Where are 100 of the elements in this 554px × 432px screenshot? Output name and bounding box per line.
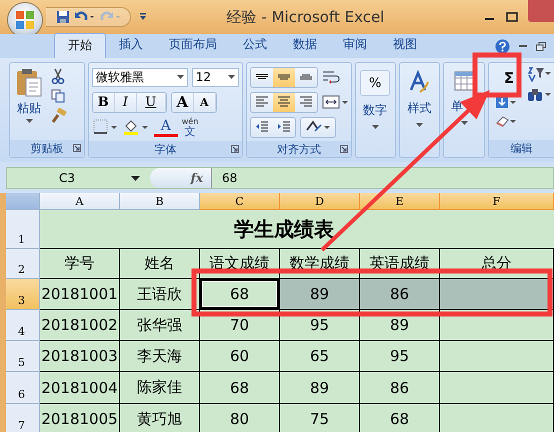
column-header[interactable]: D [280, 193, 360, 210]
table-cell[interactable]: 68 [360, 404, 440, 432]
eraser-icon[interactable] [495, 114, 517, 128]
fill-color-icon[interactable] [122, 118, 150, 136]
table-cell[interactable]: 张华强 [120, 310, 200, 341]
table-cell[interactable]: 80 [200, 404, 280, 432]
table-cell[interactable]: 95 [280, 310, 360, 341]
ribbon-tab[interactable]: 公式 [230, 33, 280, 58]
row-header[interactable]: 1 [6, 210, 40, 249]
row-header[interactable]: 5 [6, 341, 40, 372]
clipboard-icon [15, 68, 43, 98]
row-header[interactable]: 6 [6, 372, 40, 404]
dialog-launcher-icon[interactable] [340, 145, 348, 153]
table-cell[interactable]: 20181005 [40, 404, 120, 432]
table-cell[interactable]: 王语欣 [120, 279, 200, 310]
font-name-field[interactable]: 微软雅黑 [92, 68, 188, 86]
row-header[interactable]: 7 [6, 404, 40, 432]
align-icon [276, 74, 291, 80]
orientation-button[interactable] [300, 116, 336, 138]
table-cell[interactable]: 68 [200, 279, 280, 310]
table-cell[interactable]: 86 [360, 279, 440, 310]
merge-center-icon[interactable] [322, 95, 348, 109]
column-header[interactable]: C [200, 193, 280, 210]
dialog-launcher-icon[interactable] [72, 144, 81, 152]
table-cell[interactable]: 75 [280, 404, 360, 432]
table-cell[interactable] [440, 279, 554, 310]
minimize-icon[interactable] [519, 45, 527, 48]
table-cell[interactable]: 70 [200, 310, 280, 341]
group-label: 字体 [154, 142, 176, 156]
paste-button[interactable]: 粘贴 [13, 66, 45, 125]
table-cell[interactable]: 95 [360, 341, 440, 372]
column-title: 姓名 [120, 249, 200, 279]
row-header[interactable]: 4 [6, 310, 40, 341]
restore-icon[interactable] [536, 42, 546, 51]
table-cell[interactable] [440, 310, 554, 341]
column-header[interactable]: F [440, 193, 554, 210]
dialog-launcher-icon[interactable] [230, 145, 239, 153]
borders-icon[interactable] [92, 118, 118, 136]
table-cell[interactable] [440, 372, 554, 404]
ribbon-tab[interactable]: 插入 [106, 33, 156, 58]
wrap-text-icon[interactable] [322, 70, 340, 84]
sort-filter-icon[interactable] [527, 66, 551, 82]
table-cell[interactable]: 89 [280, 279, 360, 310]
font-size-field[interactable]: 12 [192, 68, 239, 86]
table-cell[interactable]: 陈家佳 [120, 372, 200, 404]
align-icon [298, 74, 313, 80]
table-cell[interactable]: 20181002 [40, 310, 120, 341]
table-cell[interactable] [440, 341, 554, 372]
insert-function-button[interactable]: fx [150, 168, 212, 188]
table-cell[interactable]: 黄巧旭 [120, 404, 200, 432]
autosum-button[interactable]: Σ [495, 66, 523, 90]
cut-icon[interactable] [51, 68, 65, 84]
table-cell[interactable]: 68 [200, 372, 280, 404]
maximize-icon[interactable] [506, 12, 518, 22]
grow-font-button[interactable]: A [172, 92, 194, 112]
ribbon-tab[interactable]: 数据 [280, 33, 330, 58]
underline-button[interactable]: U [136, 92, 166, 112]
column-header[interactable]: B [120, 193, 200, 210]
ribbon-tab[interactable]: 视图 [380, 33, 430, 58]
ribbon-tab[interactable]: 开始 [54, 33, 106, 58]
phonetic-button[interactable]: wén 文 [182, 118, 198, 136]
formula-field[interactable]: 68 [212, 171, 553, 185]
table-cell[interactable]: 20181004 [40, 372, 120, 404]
table-cell[interactable]: 60 [200, 341, 280, 372]
styles-button[interactable]: 样式 [407, 66, 432, 154]
customize-caret-icon[interactable] [139, 13, 147, 21]
format-painter-icon[interactable] [51, 108, 67, 124]
font-color-button[interactable]: A [154, 118, 178, 136]
table-cell[interactable]: 86 [360, 372, 440, 404]
column-header[interactable]: A [40, 193, 120, 210]
row-header[interactable]: 3 [6, 279, 40, 310]
table-cell[interactable]: 65 [280, 341, 360, 372]
binoculars-icon[interactable] [527, 87, 551, 103]
group-label: 对齐方式 [276, 142, 321, 156]
number-format-button[interactable]: % 数字 [360, 66, 390, 154]
row-header[interactable]: 2 [6, 249, 40, 279]
ribbon-tab[interactable]: 审阅 [330, 33, 380, 58]
shrink-font-button[interactable]: A [194, 92, 216, 112]
vertical-align-button[interactable] [272, 68, 295, 86]
table-cell[interactable]: 李天海 [120, 341, 200, 372]
fill-icon[interactable] [495, 95, 517, 109]
dropdown-caret-icon[interactable] [131, 176, 140, 180]
ribbon-tab[interactable]: 页面布局 [156, 33, 230, 58]
align-icon [254, 74, 269, 80]
copy-icon[interactable] [51, 89, 65, 103]
table-cell[interactable]: 89 [280, 372, 360, 404]
table-cell[interactable]: 20181001 [40, 279, 120, 310]
column-header[interactable]: E [360, 193, 440, 210]
office-button[interactable] [8, 3, 42, 37]
sheet-title: 学生成绩表 [40, 210, 554, 249]
help-icon[interactable] [495, 39, 510, 54]
table-cell[interactable]: 20181003 [40, 341, 120, 372]
align-icon [276, 96, 291, 108]
bold-button[interactable]: B [92, 92, 115, 112]
horizontal-align-button[interactable] [272, 92, 295, 112]
name-box[interactable]: C3 [7, 168, 127, 188]
save-icon[interactable] [56, 10, 70, 24]
italic-button[interactable]: I [114, 92, 137, 112]
table-cell[interactable]: 89 [360, 310, 440, 341]
orientation-icon [304, 120, 331, 134]
